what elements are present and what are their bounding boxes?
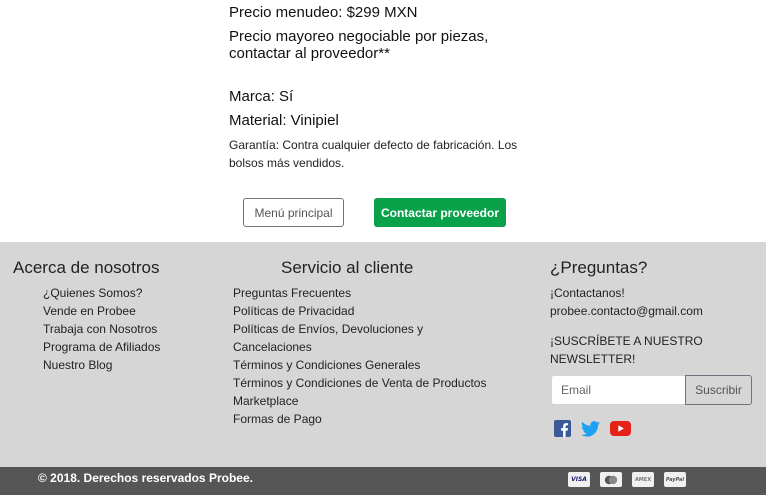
subscribe-button[interactable]: Suscribir — [685, 375, 752, 405]
retail-price: Precio menudeo: $299 MXN — [229, 4, 418, 21]
footer-link-quienes-somos[interactable]: ¿Quienes Somos? — [43, 284, 160, 302]
footer-link-vende[interactable]: Vende en Probee — [43, 302, 160, 320]
footer-link-privacidad[interactable]: Políticas de Privacidad — [233, 302, 513, 320]
newsletter-email-input[interactable] — [551, 375, 685, 405]
service-heading: Servicio al cliente — [281, 258, 414, 277]
material-label: Material: Vinipiel — [229, 112, 339, 129]
main-menu-button[interactable]: Menú principal — [243, 198, 344, 227]
footer-link-blog[interactable]: Nuestro Blog — [43, 356, 160, 374]
youtube-icon[interactable] — [610, 421, 631, 441]
questions-heading: ¿Preguntas? — [550, 258, 648, 277]
twitter-icon[interactable] — [581, 420, 600, 442]
contact-cta: ¡Contactanos! — [550, 286, 625, 300]
social-links — [554, 420, 631, 442]
footer-link-envios[interactable]: Políticas de Envíos, Devoluciones y Canc… — [233, 320, 433, 356]
warranty-text: Garantía: Contra cualquier defecto de fa… — [229, 138, 518, 170]
about-heading: Acerca de nosotros — [13, 258, 160, 277]
paypal-icon: PayPal — [664, 472, 686, 487]
footer-link-afiliados[interactable]: Programa de Afiliados — [43, 338, 160, 356]
visa-icon: VISA — [568, 472, 590, 487]
service-links: Preguntas Frecuentes Políticas de Privac… — [233, 284, 513, 428]
newsletter-form: Suscribir — [551, 375, 752, 405]
facebook-icon[interactable] — [554, 420, 571, 442]
footer-link-trabaja[interactable]: Trabaja con Nosotros — [43, 320, 160, 338]
contact-info: ¡Contactanos! probee.contacto@gmail.com — [550, 284, 703, 320]
newsletter-label: ¡SUSCRÍBETE A NUESTRO NEWSLETTER! — [550, 334, 703, 366]
wholesale-price: Precio mayoreo negociable por piezas, co… — [229, 28, 489, 62]
footer-link-terminos[interactable]: Términos y Condiciones Generales — [233, 356, 513, 374]
footer-link-faq[interactable]: Preguntas Frecuentes — [233, 284, 513, 302]
site-footer: Acerca de nosotros ¿Quienes Somos? Vende… — [0, 242, 766, 467]
copyright-text: © 2018. Derechos reservados Probee. — [38, 471, 253, 485]
mastercard-icon — [600, 472, 622, 487]
contact-email[interactable]: probee.contacto@gmail.com — [550, 302, 703, 320]
footer-link-terminos-venta[interactable]: Términos y Condiciones de Venta de Produ… — [233, 374, 503, 410]
contact-supplier-button[interactable]: Contactar proveedor — [374, 198, 506, 227]
footer-link-formas-pago[interactable]: Formas de Pago — [233, 410, 513, 428]
bottom-bar: © 2018. Derechos reservados Probee. VISA… — [0, 467, 766, 495]
amex-icon: AMEX — [632, 472, 654, 487]
brand-label: Marca: Sí — [229, 88, 294, 105]
payment-methods: VISA AMEX PayPal — [568, 472, 686, 487]
about-links: ¿Quienes Somos? Vende en Probee Trabaja … — [43, 284, 160, 374]
